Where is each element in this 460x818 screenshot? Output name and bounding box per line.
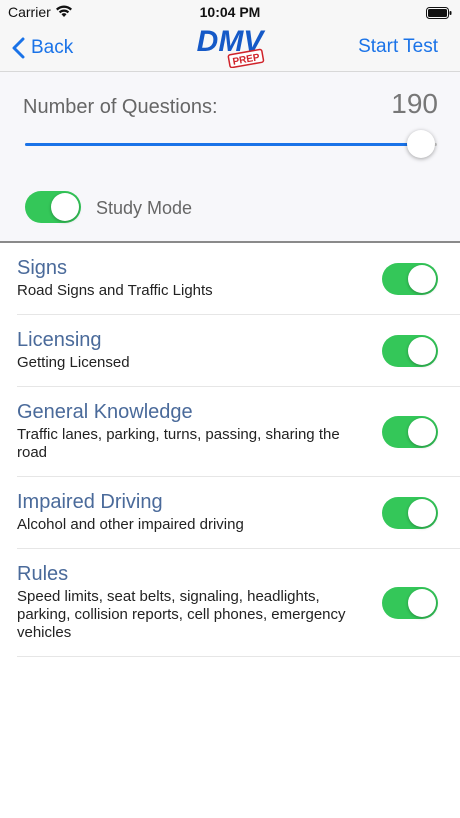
toggle-knob (408, 589, 436, 617)
questions-slider[interactable] (25, 130, 437, 158)
quiz-settings: Number of Questions: 190 Study Mode (0, 72, 460, 243)
category-title: Impaired Driving (17, 491, 163, 513)
list-item: Licensing Getting Licensed (17, 315, 460, 387)
category-toggle[interactable] (382, 587, 438, 619)
category-toggle[interactable] (382, 335, 438, 367)
list-item: Impaired Driving Alcohol and other impai… (17, 477, 460, 549)
category-subtitle: Alcohol and other impaired driving (17, 516, 244, 533)
back-button[interactable]: Back (12, 34, 73, 62)
list-item: Signs Road Signs and Traffic Lights (17, 243, 460, 315)
battery-icon (426, 6, 452, 22)
category-subtitle: Traffic lanes, parking, turns, passing, … (17, 426, 340, 461)
category-subtitle: Road Signs and Traffic Lights (17, 282, 213, 299)
dmv-prep-logo: DMV PREP (189, 24, 271, 69)
category-subtitle: Speed limits, seat belts, signaling, hea… (17, 588, 346, 641)
list-item: General Knowledge Traffic lanes, parking… (17, 387, 460, 477)
toggle-knob (51, 193, 79, 221)
status-time: 10:04 PM (199, 4, 261, 20)
toggle-knob (408, 337, 436, 365)
screen: Carrier 10:04 PM Back DMV PREP Start Tes… (0, 0, 460, 818)
category-list: Signs Road Signs and Traffic Lights Lice… (0, 243, 460, 657)
navigation-bar: Back DMV PREP Start Test (0, 24, 460, 72)
toggle-knob (408, 418, 436, 446)
category-title: Licensing (17, 329, 102, 351)
chevron-left-icon (12, 37, 25, 59)
study-mode-toggle[interactable] (25, 191, 81, 223)
category-subtitle: Getting Licensed (17, 354, 130, 371)
category-toggle[interactable] (382, 263, 438, 295)
slider-thumb[interactable] (406, 130, 435, 158)
category-title: Signs (17, 257, 68, 279)
questions-label: Number of Questions: (23, 96, 218, 118)
start-test-button[interactable]: Start Test (358, 36, 438, 58)
category-title: General Knowledge (17, 401, 193, 423)
category-title: Rules (17, 563, 69, 585)
toggle-knob (408, 265, 436, 293)
category-toggle[interactable] (382, 416, 438, 448)
category-toggle[interactable] (382, 497, 438, 529)
slider-fill (25, 143, 421, 146)
status-bar: Carrier 10:04 PM (0, 0, 460, 24)
questions-value: 190 (391, 88, 438, 119)
toggle-knob (408, 499, 436, 527)
study-mode-label: Study Mode (96, 198, 193, 218)
list-item: Rules Speed limits, seat belts, signalin… (17, 549, 460, 657)
back-label: Back (31, 37, 74, 58)
